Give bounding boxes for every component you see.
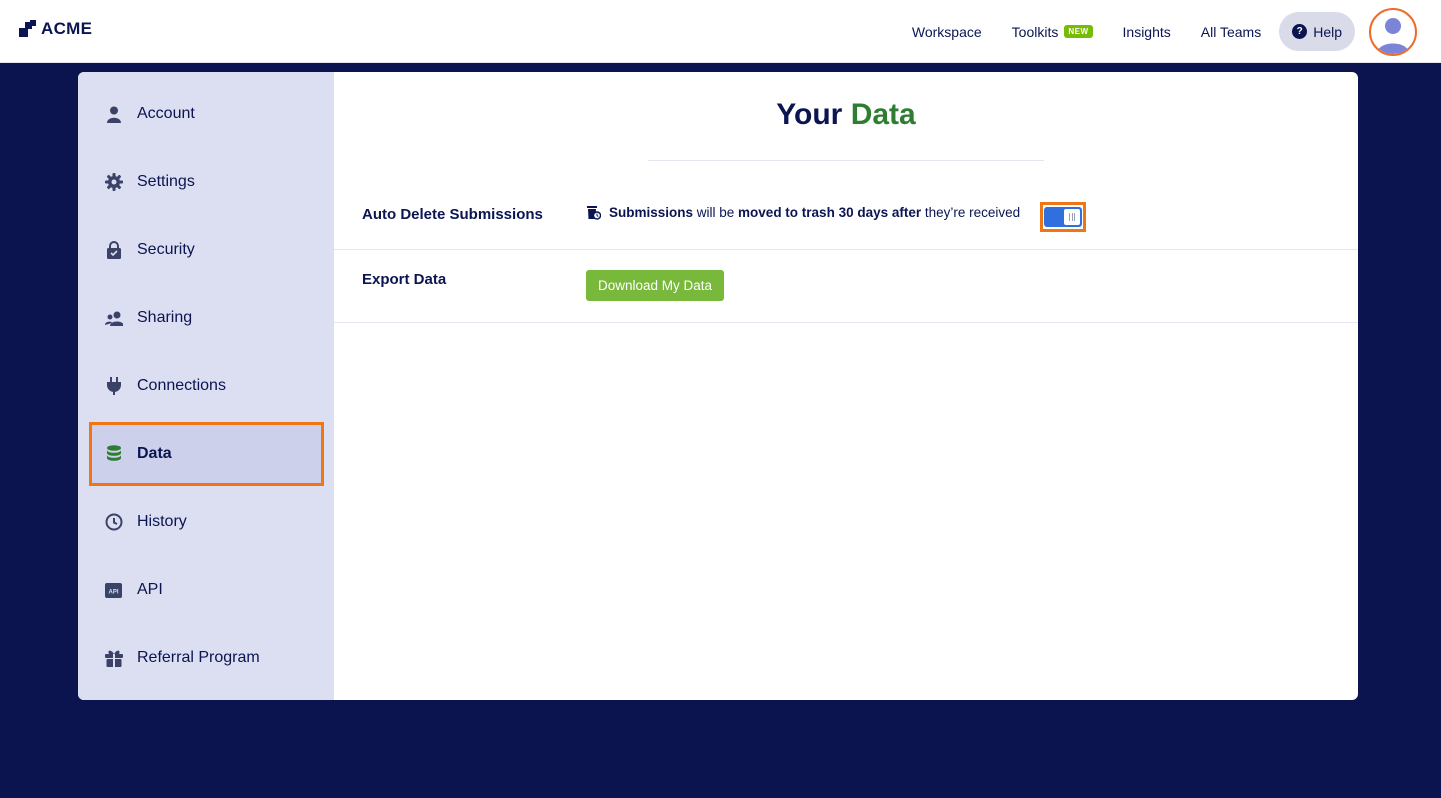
logo-icon — [19, 20, 36, 37]
gift-icon — [104, 649, 123, 668]
sidebar-item-label: API — [137, 581, 163, 598]
toggle-knob — [1064, 209, 1080, 225]
nav-all-teams[interactable]: All Teams — [1201, 24, 1261, 40]
download-my-data-button[interactable]: Download My Data — [586, 270, 725, 301]
avatar[interactable] — [1369, 7, 1417, 56]
desc-text-1: will be — [693, 205, 739, 220]
auto-delete-text: Submissions will be moved to trash 30 da… — [609, 205, 1020, 220]
svg-text:API: API — [108, 589, 118, 595]
nav-insights[interactable]: Insights — [1123, 24, 1171, 40]
question-icon: ? — [1292, 24, 1308, 39]
nav-toolkits-label: Toolkits — [1011, 23, 1059, 40]
sidebar-item-history[interactable]: History — [89, 490, 324, 554]
logo-text: ACME — [41, 19, 93, 38]
export-data-label: Export Data — [362, 271, 447, 288]
trash-clock-icon — [587, 206, 601, 220]
desc-bold-2: moved to trash 30 days after — [738, 205, 922, 220]
sidebar-item-label: Connections — [137, 377, 226, 394]
sidebar-item-sharing[interactable]: Sharing — [89, 286, 324, 350]
sidebar-item-data[interactable]: Data — [89, 422, 324, 486]
auto-delete-row: Auto Delete Submissions Submissions will… — [334, 184, 1358, 250]
sidebar-item-security[interactable]: Security — [89, 218, 324, 282]
sidebar-item-label: Referral Program — [137, 649, 260, 666]
help-button[interactable]: ? Help — [1279, 12, 1355, 51]
sidebar-item-referral[interactable]: Referral Program — [89, 626, 324, 690]
nav-all-teams-label: All Teams — [1200, 23, 1262, 40]
toggle-track — [1044, 207, 1082, 227]
page-title-part2: Data — [850, 98, 916, 131]
user-icon — [104, 105, 123, 124]
help-label: Help — [1313, 23, 1342, 40]
nav-workspace-label: Workspace — [911, 23, 982, 40]
lock-icon — [104, 241, 123, 260]
nav-workspace[interactable]: Workspace — [912, 24, 982, 40]
plug-icon — [104, 377, 123, 396]
api-icon: API — [104, 581, 123, 600]
sidebar-item-label: Security — [137, 241, 195, 258]
title-divider — [648, 160, 1044, 161]
desc-text-2: they’re received — [921, 205, 1021, 220]
export-data-row: Export Data Download My Data — [334, 250, 1358, 323]
auto-delete-label: Auto Delete Submissions — [362, 206, 543, 223]
sidebar-item-connections[interactable]: Connections — [89, 354, 324, 418]
users-icon — [104, 309, 123, 328]
page-title: Your Data — [334, 98, 1358, 132]
main-nav: Workspace Toolkits NEW Insights All Team… — [912, 0, 1441, 63]
nav-insights-label: Insights — [1122, 23, 1171, 40]
sidebar-item-label: Data — [137, 445, 172, 462]
gear-icon — [104, 173, 123, 192]
nav-toolkits[interactable]: Toolkits NEW — [1012, 24, 1093, 40]
sidebar-item-account[interactable]: Account — [89, 82, 324, 146]
settings-panel: Account Settings Security Sharing Connec… — [78, 72, 1358, 700]
sidebar-item-api[interactable]: API API — [89, 558, 324, 622]
user-avatar-icon — [1377, 17, 1409, 54]
page-title-part1: Your — [776, 98, 851, 131]
sidebar-item-label: Settings — [137, 173, 195, 190]
sidebar-item-settings[interactable]: Settings — [89, 150, 324, 214]
top-navigation-bar: ACME Workspace Toolkits NEW Insights All… — [0, 0, 1441, 63]
auto-delete-toggle[interactable] — [1040, 202, 1086, 232]
auto-delete-description: Submissions will be moved to trash 30 da… — [586, 205, 1020, 220]
sidebar-item-label: History — [137, 513, 187, 530]
database-icon — [104, 445, 123, 464]
new-badge: NEW — [1064, 25, 1093, 38]
sidebar: Account Settings Security Sharing Connec… — [78, 72, 334, 700]
sidebar-item-label: Sharing — [137, 309, 193, 326]
logo[interactable]: ACME — [19, 19, 92, 39]
sidebar-item-label: Account — [137, 105, 195, 122]
desc-bold-1: Submissions — [609, 205, 694, 220]
history-icon — [104, 513, 123, 532]
main-content: Your Data Auto Delete Submissions Submis… — [334, 72, 1358, 700]
